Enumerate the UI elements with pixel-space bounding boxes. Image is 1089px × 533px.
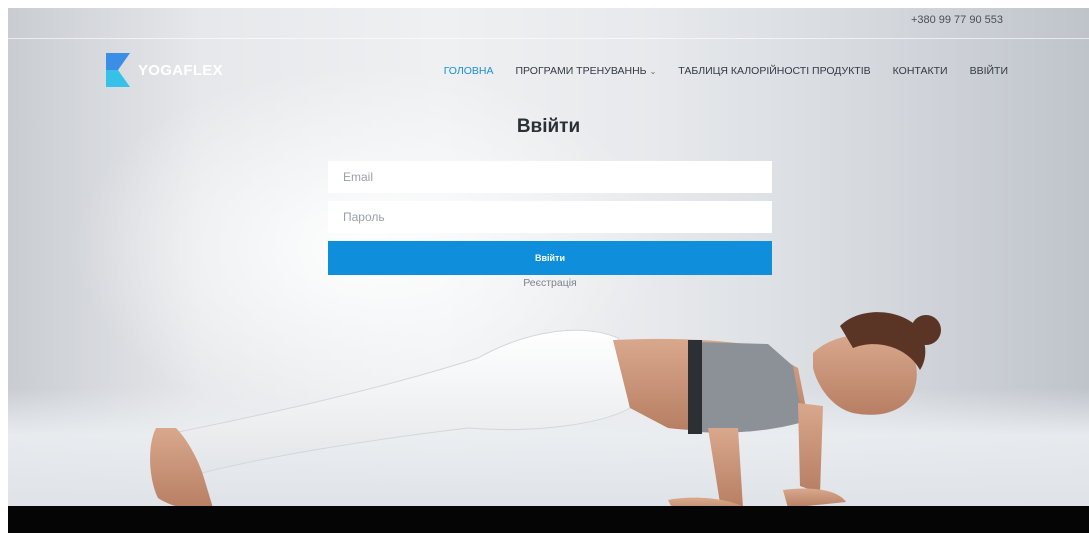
page-frame: +380 99 77 90 553 YOGAFLEX ГОЛОВНА ПРОГР…: [8, 8, 1089, 533]
yoga-woman-image: [150, 312, 941, 516]
bottom-bar: [8, 506, 1089, 533]
